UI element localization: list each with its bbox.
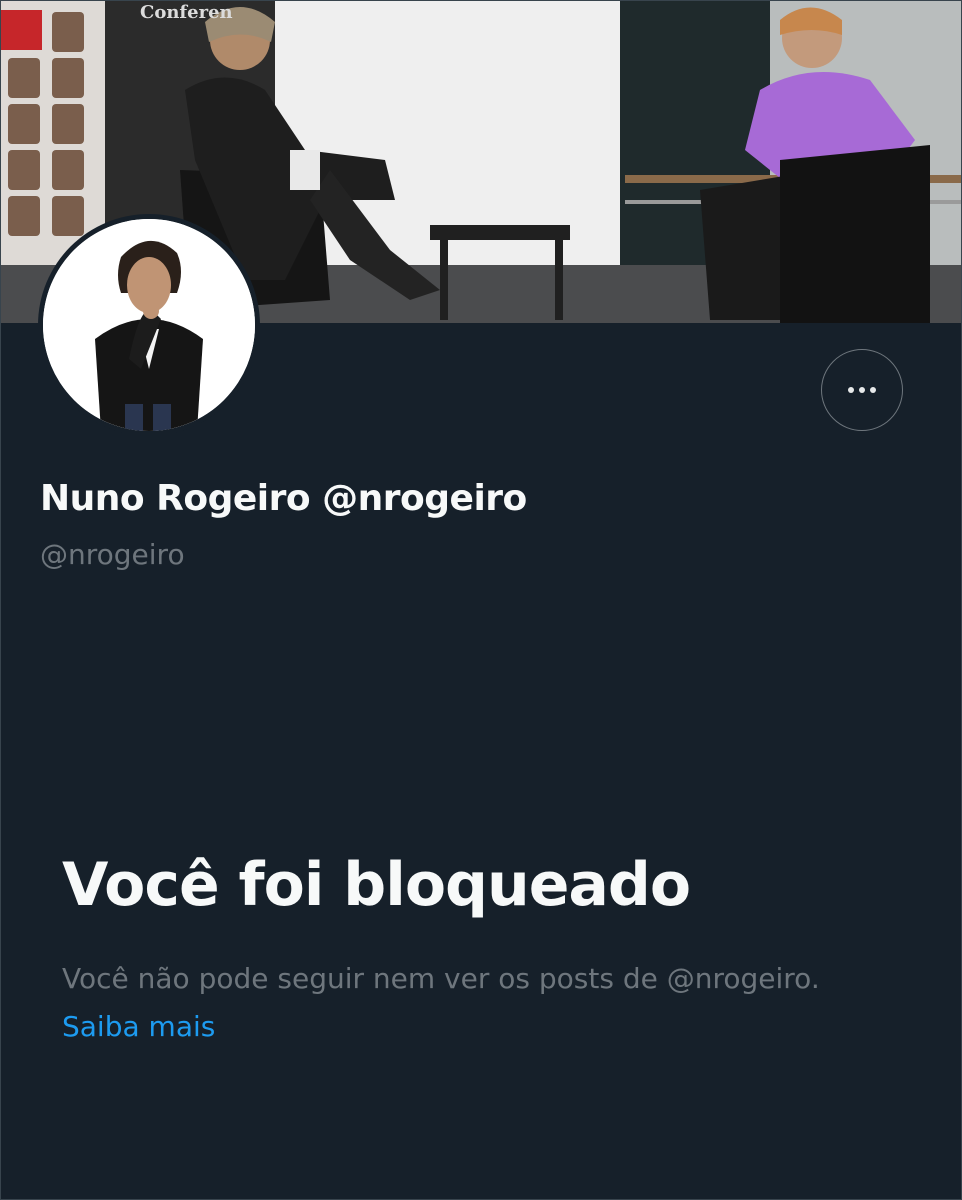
blocked-description: Você não pode seguir nem ver os posts de… — [62, 962, 820, 995]
profile-display-name: Nuno Rogeiro @nrogeiro — [40, 478, 527, 519]
more-horizontal-icon — [848, 387, 876, 393]
blocked-message: Você não pode seguir nem ver os posts de… — [62, 955, 932, 1051]
profile-avatar[interactable] — [38, 214, 260, 436]
blocked-title: Você foi bloqueado — [62, 850, 691, 920]
learn-more-link[interactable]: Saiba mais — [62, 1003, 932, 1051]
avatar-photo — [43, 219, 255, 431]
profile-handle: @nrogeiro — [40, 538, 185, 571]
more-options-button[interactable] — [821, 349, 903, 431]
svg-text:Conferen: Conferen — [140, 2, 233, 23]
profile-page: Conferen Nuno Rogeiro @nrogeiro @nrogeir… — [0, 0, 962, 1200]
